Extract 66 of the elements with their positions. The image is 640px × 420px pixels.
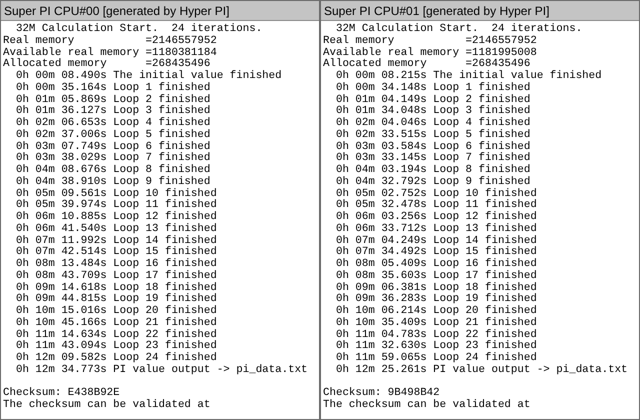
log-line: Allocated memory =268435496 bbox=[323, 59, 530, 70]
log-line: 0h 10m 35.409s Loop 21 finished bbox=[334, 318, 537, 329]
log-line: 0h 08m 35.603s Loop 17 finished bbox=[334, 270, 537, 282]
log-line: 0h 00m 34.148s Loop 1 finished bbox=[334, 82, 530, 94]
log-line: 0h 06m 03.256s Loop 12 finished bbox=[334, 212, 537, 223]
log-line: 0h 02m 37.006s Loop 5 finished bbox=[14, 130, 210, 141]
log-line: 0h 04m 08.676s Loop 8 finished bbox=[14, 165, 210, 176]
log-line: 0h 01m 04.149s Loop 2 finished bbox=[334, 94, 530, 106]
log-line: The checksum can be validated at bbox=[323, 400, 530, 412]
log-line: 0h 11m 59.065s Loop 24 finished bbox=[334, 353, 537, 364]
log-line: 0h 11m 43.094s Loop 23 finished bbox=[14, 341, 217, 352]
log-line: Real memory =2146557952 bbox=[3, 36, 217, 47]
log-line: 0h 12m 09.582s Loop 24 finished bbox=[14, 353, 217, 364]
log-line: 0h 07m 04.249s Loop 14 finished bbox=[334, 236, 537, 246]
log-line: Available real memory =1180381184 bbox=[3, 48, 217, 58]
log-line: 0h 00m 08.490s The initial value finished bbox=[14, 71, 282, 82]
log-line: 0h 09m 44.815s Loop 19 finished bbox=[14, 294, 217, 306]
log-line: 0h 08m 13.484s Loop 16 finished bbox=[14, 259, 217, 270]
log-line: The checksum can be validated at bbox=[3, 400, 210, 412]
log-line: Checksum: E438B92E bbox=[3, 388, 120, 400]
log-line: Available real memory =1181995008 bbox=[323, 48, 537, 58]
log-line: 0h 01m 36.127s Loop 3 finished bbox=[14, 106, 210, 118]
log-line: 0h 00m 35.164s Loop 1 finished bbox=[14, 82, 210, 94]
log-line: 0h 10m 45.166s Loop 21 finished bbox=[14, 318, 217, 329]
log-line: 0h 05m 09.561s Loop 10 finished bbox=[14, 188, 217, 200]
log-line: 0h 11m 32.630s Loop 23 finished bbox=[334, 341, 537, 352]
log-line: 0h 01m 34.048s Loop 3 finished bbox=[334, 106, 530, 118]
log-line: 0h 05m 32.478s Loop 11 finished bbox=[334, 200, 537, 212]
log-line: 0h 04m 32.792s Loop 9 finished bbox=[334, 176, 530, 188]
log-line: 0h 00m 08.215s The initial value finished bbox=[334, 71, 602, 82]
log-line: 0h 05m 39.974s Loop 11 finished bbox=[14, 200, 217, 212]
log-line: 0h 09m 36.283s Loop 19 finished bbox=[334, 294, 537, 306]
log-line: 0h 03m 03.584s Loop 6 finished bbox=[334, 142, 530, 152]
log-line: 0h 08m 05.409s Loop 16 finished bbox=[334, 259, 537, 270]
log-line: Allocated memory =268435496 bbox=[3, 59, 210, 70]
log-line: 0h 06m 41.540s Loop 13 finished bbox=[14, 224, 217, 235]
log-line: 0h 07m 11.992s Loop 14 finished bbox=[14, 236, 217, 246]
window-title: Super PI CPU#01 [generated by Hyper PI] bbox=[324, 4, 550, 16]
log-line: 0h 10m 06.214s Loop 20 finished bbox=[334, 306, 537, 317]
log-line: 0h 04m 38.910s Loop 9 finished bbox=[14, 176, 210, 188]
log-line: 0h 05m 02.752s Loop 10 finished bbox=[334, 188, 537, 200]
log-line: 0h 02m 04.046s Loop 4 finished bbox=[334, 118, 530, 129]
log-line: 0h 09m 06.381s Loop 18 finished bbox=[334, 282, 537, 294]
log-line: 0h 01m 05.869s Loop 2 finished bbox=[14, 94, 210, 106]
log-line: 0h 07m 42.514s Loop 15 finished bbox=[14, 247, 217, 258]
log-line: 0h 12m 25.261s PI value output -> pi_data.txt bbox=[334, 364, 628, 376]
log-line: 0h 12m 34.773s PI value output -> pi_data.txt bbox=[14, 364, 308, 376]
log-line: 0h 04m 03.194s Loop 8 finished bbox=[334, 165, 530, 176]
log-line: 0h 06m 10.885s Loop 12 finished bbox=[14, 212, 217, 223]
log-line: 0h 08m 43.709s Loop 17 finished bbox=[14, 270, 217, 282]
log-line: 0h 03m 07.749s Loop 6 finished bbox=[14, 142, 210, 152]
log-line: 32M Calculation Start. 24 iterations. bbox=[334, 24, 582, 35]
log-line: Real memory =2146557952 bbox=[323, 36, 537, 47]
log-line: 0h 06m 33.712s Loop 13 finished bbox=[334, 224, 537, 235]
log-line: 0h 11m 04.783s Loop 22 finished bbox=[334, 330, 537, 340]
log-line: Checksum: 9B498B42 bbox=[323, 388, 440, 400]
log-line: 0h 03m 33.145s Loop 7 finished bbox=[334, 153, 530, 164]
log-line: 0h 10m 15.016s Loop 20 finished bbox=[14, 306, 217, 317]
log-line: 32M Calculation Start. 24 iterations. bbox=[14, 24, 262, 35]
log-line: 0h 09m 14.618s Loop 18 finished bbox=[14, 282, 217, 294]
log-line: 0h 02m 06.653s Loop 4 finished bbox=[14, 118, 210, 129]
log-line: 0h 07m 34.492s Loop 15 finished bbox=[334, 247, 537, 258]
log-line: 0h 03m 38.029s Loop 7 finished bbox=[14, 153, 210, 164]
log-line: 0h 11m 14.634s Loop 22 finished bbox=[14, 330, 217, 340]
log-line: 0h 02m 33.515s Loop 5 finished bbox=[334, 130, 530, 141]
window-title: Super PI CPU#00 [generated by Hyper PI] bbox=[4, 4, 230, 16]
